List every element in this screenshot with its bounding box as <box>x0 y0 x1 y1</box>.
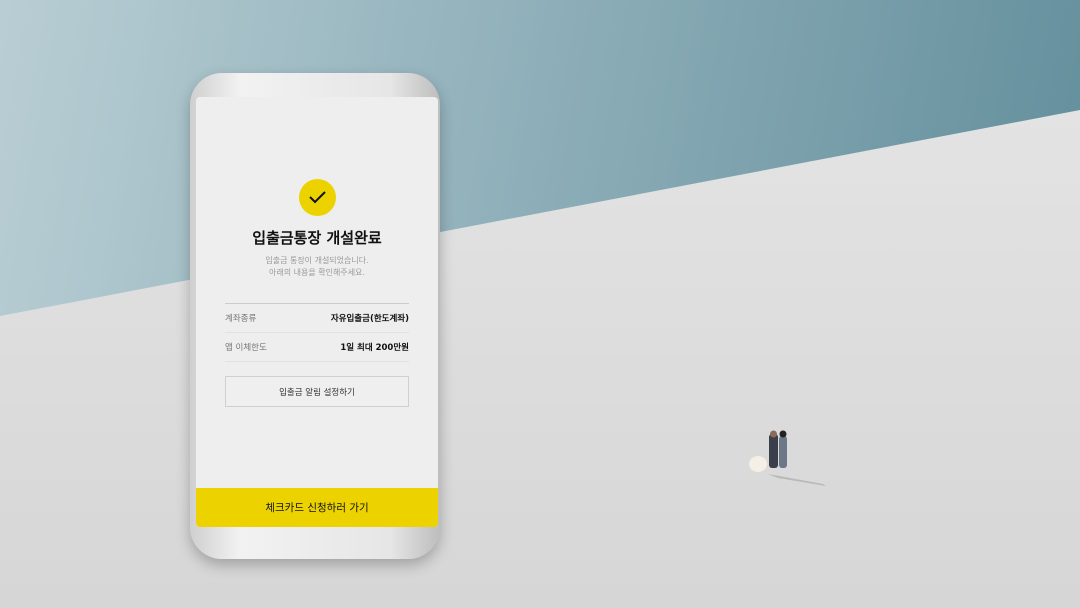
subtitle-line: 입출금 통장이 개설되었습니다. <box>265 256 369 265</box>
info-row-transfer-limit: 앱 이체한도 1일 최대 200만원 <box>225 333 409 362</box>
info-row-account-type: 계좌종류 자유입출금(한도계좌) <box>225 304 409 333</box>
check-icon <box>299 179 336 216</box>
subtitle-line: 아래의 내용을 확인해주세요. <box>269 268 365 277</box>
alert-settings-button[interactable]: 입출금 알림 설정하기 <box>225 376 409 407</box>
info-value: 자유입출금(한도계좌) <box>330 314 409 324</box>
apply-check-card-button[interactable]: 체크카드 신청하러 가기 <box>196 488 438 527</box>
account-info: 계좌종류 자유입출금(한도계좌) 앱 이체한도 1일 최대 200만원 <box>225 303 409 362</box>
phone-screen: 입출금통장 개설완료 입출금 통장이 개설되었습니다. 아래의 내용을 확인해주… <box>196 97 438 527</box>
info-label: 앱 이체한도 <box>225 343 267 353</box>
people-with-dog-illustration <box>748 430 828 486</box>
page-title: 입출금통장 개설완료 <box>252 229 382 247</box>
info-value: 1일 최대 200만원 <box>340 343 409 353</box>
info-label: 계좌종류 <box>225 314 257 324</box>
subtitle: 입출금 통장이 개설되었습니다. 아래의 내용을 확인해주세요. <box>196 255 438 279</box>
